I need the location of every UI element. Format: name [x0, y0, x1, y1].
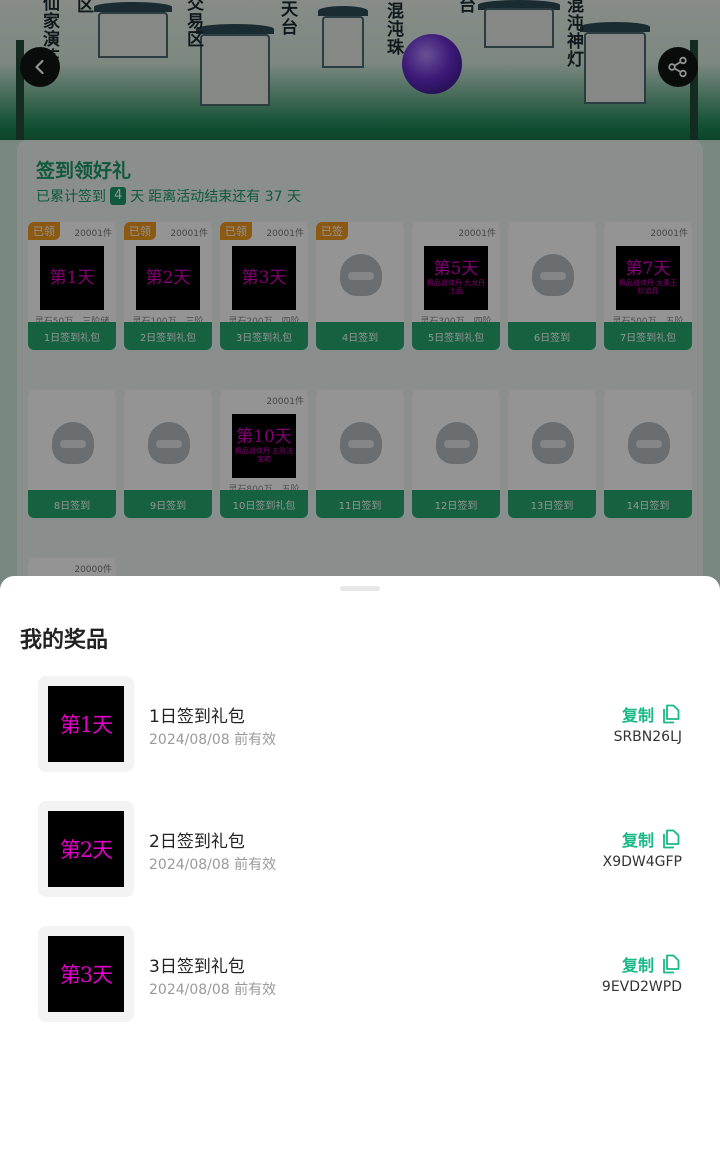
- sheet-drag-handle[interactable]: [340, 586, 380, 591]
- prize-name: 3日签到礼包: [149, 957, 245, 977]
- copy-button[interactable]: 复制: [622, 827, 680, 851]
- copy-label: 复制: [621, 706, 654, 725]
- prize-item: 第1天 1日签到礼包 2024/08/08 前有效 复制 SRBN26LJ: [0, 676, 720, 774]
- prize-code: X9DW4GFP: [602, 854, 682, 870]
- prize-validity: 2024/08/08 前有效: [149, 857, 277, 873]
- prize-image-title: 第3天: [59, 963, 113, 987]
- prize-code: 9EVD2WPD: [601, 979, 682, 995]
- copy-icon: [663, 829, 680, 849]
- prize-image: 第3天: [48, 936, 124, 1012]
- prize-image-title: 第1天: [59, 713, 113, 737]
- copy-button[interactable]: 复制: [622, 952, 680, 976]
- prize-name: 1日签到礼包: [149, 707, 245, 727]
- copy-icon: [663, 704, 680, 724]
- sheet-title: 我的奖品: [20, 628, 109, 653]
- copy-icon: [663, 954, 680, 974]
- prize-thumbnail: 第1天: [38, 676, 134, 772]
- my-prizes-sheet: 我的奖品 第1天 1日签到礼包 2024/08/08 前有效 复制 SRBN26…: [0, 576, 720, 1152]
- prize-image: 第2天: [48, 811, 124, 887]
- copy-label: 复制: [621, 831, 654, 850]
- prize-validity: 2024/08/08 前有效: [149, 732, 277, 748]
- prize-name: 2日签到礼包: [149, 832, 245, 852]
- prize-thumbnail: 第2天: [38, 801, 134, 897]
- prize-code: SRBN26LJ: [613, 729, 682, 745]
- copy-button[interactable]: 复制: [622, 702, 680, 726]
- copy-label: 复制: [621, 956, 654, 975]
- prize-image-title: 第2天: [59, 838, 113, 862]
- prize-item: 第3天 3日签到礼包 2024/08/08 前有效 复制 9EVD2WPD: [0, 926, 720, 1024]
- prize-validity: 2024/08/08 前有效: [149, 982, 277, 998]
- prize-thumbnail: 第3天: [38, 926, 134, 1022]
- prize-image: 第1天: [48, 686, 124, 762]
- prize-item: 第2天 2日签到礼包 2024/08/08 前有效 复制 X9DW4GFP: [0, 801, 720, 899]
